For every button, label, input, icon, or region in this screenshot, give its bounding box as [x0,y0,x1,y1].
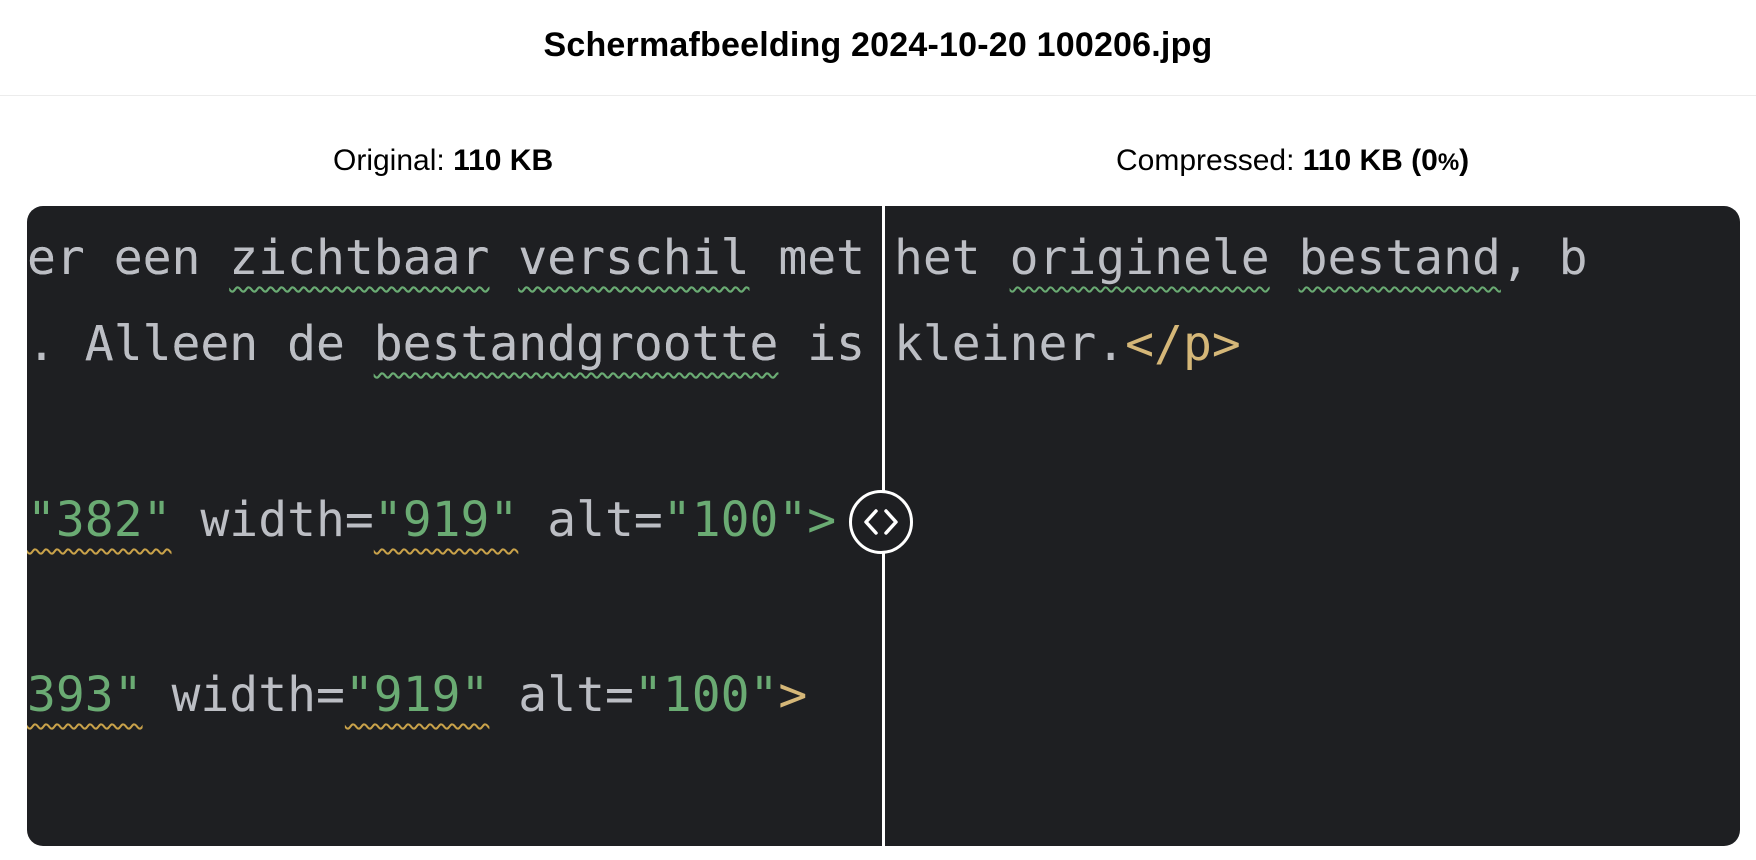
original-size-value: 110 KB [453,144,554,177]
chevron-left-right-icon [864,509,898,535]
comparison-viewer[interactable]: er een zichtbaar verschil met het origin… [27,206,1740,846]
original-size-label: Original: 110 KB [333,144,554,177]
header: Schermafbeelding 2024-10-20 100206.jpg [0,0,1756,96]
compressed-size-label: Compressed: 110 KB (0%) [1116,144,1470,177]
file-title: Schermafbeelding 2024-10-20 100206.jpg [543,26,1213,64]
slider-handle[interactable] [849,490,913,554]
compressed-size-value: 110 KB (0%) [1302,144,1470,177]
original-image: er een zichtbaar verschil met het origin… [27,230,866,723]
code-line-3: "382" width="919" alt="100"> [27,492,837,548]
code-line-4: 393" width="919" alt="100"> [27,667,808,723]
